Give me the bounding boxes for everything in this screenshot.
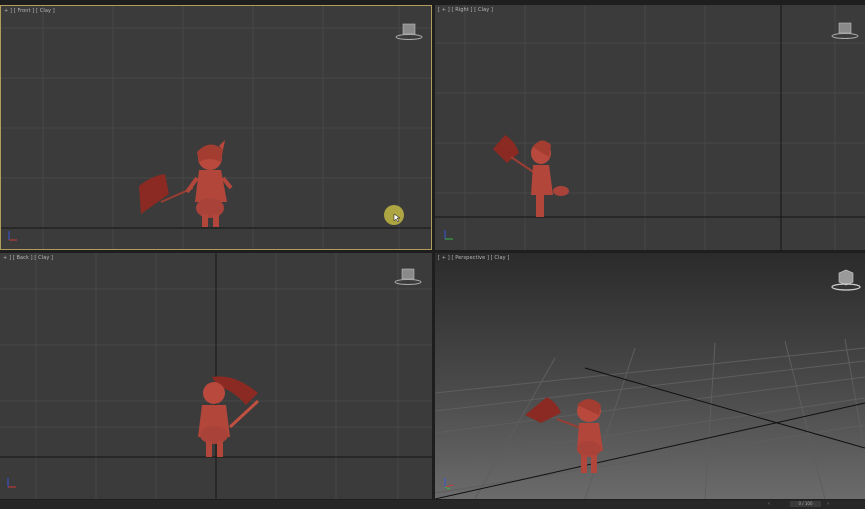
mouse-cursor-icon [393, 213, 401, 223]
viewport-perspective[interactable]: [ + ] [ Perspective ] [ Clay ] [435, 253, 865, 499]
frame-counter[interactable]: 0 / 100 [790, 501, 821, 507]
right-viewport-label[interactable]: [ + ] [ Right ] [ Clay ] [438, 7, 493, 14]
viewcube-back-icon[interactable] [392, 267, 428, 291]
character-model-front[interactable] [131, 136, 241, 231]
perspective-viewport-label[interactable]: [ + ] [ Perspective ] [ Clay ] [438, 255, 509, 262]
character-model-back[interactable] [188, 371, 268, 463]
character-model-perspective[interactable] [523, 393, 623, 478]
back-viewport-label[interactable]: + ] [ Back ] [ Clay ] [3, 255, 53, 262]
axis-tripod-icon [5, 475, 19, 494]
viewcube-front-icon[interactable] [393, 22, 429, 46]
viewport-back[interactable]: + ] [ Back ] [ Clay ] [0, 253, 432, 499]
viewcube-right-icon[interactable] [829, 21, 865, 45]
character-model-right[interactable] [489, 129, 579, 224]
perspective-grid [435, 338, 865, 499]
chevron-left-icon[interactable]: ‹ [768, 500, 770, 508]
axis-tripod-icon [442, 475, 456, 494]
axis-tripod-icon [6, 228, 20, 247]
viewport-right[interactable]: [ + ] [ Right ] [ Clay ] [435, 5, 865, 250]
axis-tripod-icon [442, 227, 456, 246]
viewcube-perspective-icon[interactable] [829, 267, 863, 297]
viewport-front[interactable]: + ] [ Front ] [ Clay ] [0, 5, 432, 250]
chevron-right-icon[interactable]: › [827, 500, 829, 508]
timeline-bar[interactable]: ‹ 0 / 100 › [0, 500, 865, 509]
front-viewport-label[interactable]: + ] [ Front ] [ Clay ] [4, 8, 55, 15]
